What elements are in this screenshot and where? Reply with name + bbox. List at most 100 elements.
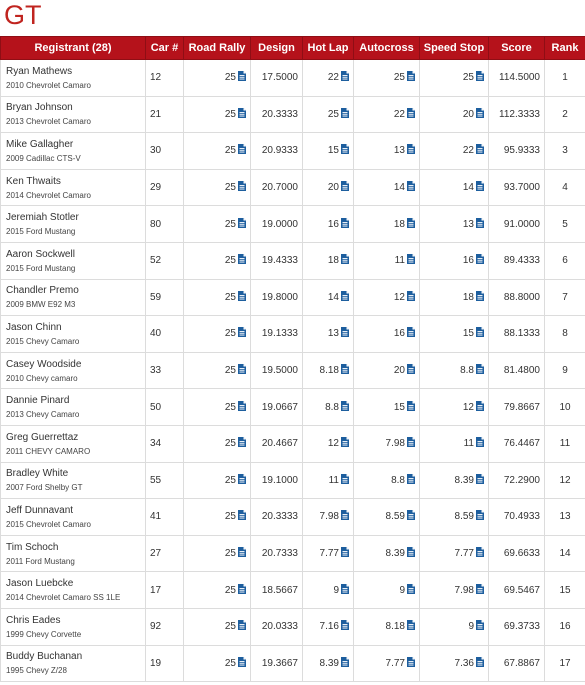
document-icon[interactable] — [407, 547, 415, 560]
document-icon[interactable] — [238, 547, 246, 560]
column-header-design[interactable]: Design — [250, 36, 303, 60]
registrant-name[interactable]: Casey Woodside — [6, 359, 141, 370]
registrant-name[interactable]: Ken Thwaits — [6, 176, 141, 187]
document-icon[interactable] — [238, 473, 246, 487]
document-icon[interactable] — [476, 656, 484, 670]
road-rally-cell: 25 — [183, 607, 251, 646]
document-icon[interactable] — [238, 510, 246, 523]
document-icon[interactable] — [341, 547, 349, 560]
car-number-cell: 30 — [145, 132, 184, 170]
document-icon[interactable] — [238, 364, 246, 377]
document-icon[interactable] — [407, 144, 415, 157]
document-icon[interactable] — [407, 181, 415, 194]
document-icon[interactable] — [238, 254, 246, 267]
document-icon[interactable] — [238, 71, 246, 84]
document-icon[interactable] — [476, 364, 484, 377]
column-header-hot-lap[interactable]: Hot Lap — [302, 36, 354, 60]
column-header-speed-stop[interactable]: Speed Stop — [419, 36, 489, 60]
document-icon[interactable] — [407, 656, 415, 670]
document-icon[interactable] — [341, 620, 349, 633]
document-icon[interactable] — [238, 290, 246, 304]
document-icon[interactable] — [476, 473, 484, 487]
autocross-cell: 16 — [353, 315, 420, 353]
document-icon[interactable] — [407, 510, 415, 523]
document-icon[interactable] — [341, 583, 349, 597]
registrant-name[interactable]: Bradley White — [6, 468, 141, 479]
document-icon[interactable] — [476, 217, 484, 231]
document-icon[interactable] — [341, 656, 349, 670]
document-icon[interactable] — [341, 364, 349, 377]
document-icon[interactable] — [238, 583, 246, 597]
document-icon[interactable] — [341, 437, 349, 450]
registrant-name[interactable]: Ryan Mathews — [6, 66, 141, 77]
document-icon[interactable] — [341, 290, 349, 304]
road-rally-cell: 25 — [183, 241, 251, 280]
document-icon[interactable] — [407, 473, 415, 487]
registrant-name[interactable]: Jeff Dunnavant — [6, 505, 141, 516]
column-header-score[interactable]: Score — [488, 36, 545, 60]
document-icon[interactable] — [238, 181, 246, 194]
document-icon[interactable] — [341, 400, 349, 414]
registrant-name[interactable]: Mike Gallagher — [6, 139, 141, 150]
hot-lap-cell: 25 — [302, 95, 354, 134]
document-icon[interactable] — [407, 217, 415, 231]
registrant-name[interactable]: Chris Eades — [6, 615, 141, 626]
document-icon[interactable] — [407, 364, 415, 377]
document-icon[interactable] — [238, 217, 246, 231]
document-icon[interactable] — [476, 400, 484, 414]
document-icon[interactable] — [407, 583, 415, 597]
document-icon[interactable] — [476, 181, 484, 194]
document-icon[interactable] — [476, 290, 484, 304]
document-icon[interactable] — [407, 327, 415, 340]
document-icon[interactable] — [238, 327, 246, 340]
document-icon[interactable] — [341, 107, 349, 121]
registrant-name[interactable]: Tim Schoch — [6, 542, 141, 553]
document-icon[interactable] — [341, 510, 349, 523]
document-icon[interactable] — [407, 400, 415, 414]
document-icon[interactable] — [341, 181, 349, 194]
score-cell: 89.4333 — [488, 241, 545, 280]
document-icon[interactable] — [476, 583, 484, 597]
document-icon[interactable] — [407, 620, 415, 633]
document-icon[interactable] — [238, 656, 246, 670]
registrant-name[interactable]: Jason Luebcke — [6, 578, 141, 589]
registrant-name[interactable]: Greg Guerrettaz — [6, 432, 141, 443]
document-icon[interactable] — [476, 510, 484, 523]
document-icon[interactable] — [476, 620, 484, 633]
document-icon[interactable] — [476, 71, 484, 84]
document-icon[interactable] — [238, 620, 246, 633]
document-icon[interactable] — [407, 437, 415, 450]
document-icon[interactable] — [341, 71, 349, 84]
document-icon[interactable] — [341, 327, 349, 340]
document-icon[interactable] — [238, 437, 246, 450]
column-header-car-number[interactable]: Car # — [145, 36, 184, 60]
document-icon[interactable] — [407, 290, 415, 304]
document-icon[interactable] — [476, 144, 484, 157]
document-icon[interactable] — [238, 400, 246, 414]
document-icon[interactable] — [476, 547, 484, 560]
document-icon[interactable] — [476, 327, 484, 340]
document-icon[interactable] — [476, 107, 484, 121]
registrant-name[interactable]: Bryan Johnson — [6, 102, 141, 113]
registrant-name[interactable]: Buddy Buchanan — [6, 651, 141, 662]
document-icon[interactable] — [407, 71, 415, 84]
registrant-name[interactable]: Chandler Premo — [6, 285, 141, 296]
column-header-rank[interactable]: Rank — [544, 36, 585, 60]
document-icon[interactable] — [476, 437, 484, 450]
registrant-name[interactable]: Aaron Sockwell — [6, 249, 141, 260]
registrant-name[interactable]: Dannie Pinard — [6, 395, 141, 406]
document-icon[interactable] — [341, 473, 349, 487]
document-icon[interactable] — [341, 217, 349, 231]
registrant-name[interactable]: Jeremiah Stotler — [6, 212, 141, 223]
column-header-road-rally[interactable]: Road Rally — [183, 36, 251, 60]
document-icon[interactable] — [407, 254, 415, 267]
registrant-name[interactable]: Jason Chinn — [6, 322, 141, 333]
document-icon[interactable] — [476, 254, 484, 267]
document-icon[interactable] — [341, 144, 349, 157]
document-icon[interactable] — [238, 107, 246, 121]
document-icon[interactable] — [341, 254, 349, 267]
document-icon[interactable] — [238, 144, 246, 157]
column-header-registrant[interactable]: Registrant (28) — [0, 36, 146, 60]
column-header-autocross[interactable]: Autocross — [353, 36, 420, 60]
document-icon[interactable] — [407, 107, 415, 121]
